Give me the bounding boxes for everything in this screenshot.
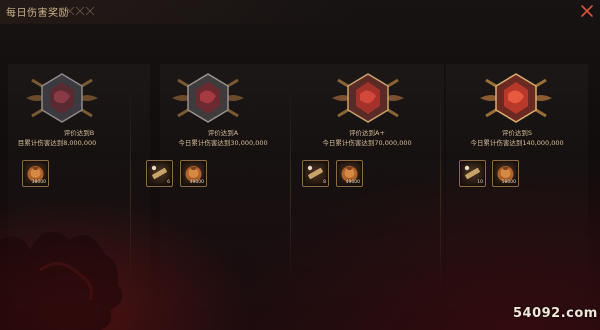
rank-s-emblem-icon	[480, 73, 552, 123]
column-divider	[290, 86, 291, 286]
reward-scroll-item[interactable]: 6	[146, 160, 173, 187]
reward-coin-pouch[interactable]: 38000	[22, 160, 49, 187]
title-ornament-icon	[65, 6, 95, 16]
reward-coin-pouch[interactable]: 49000	[180, 160, 207, 187]
rank-b-emblem-icon	[26, 73, 98, 123]
tier-rank-label: 评价达到A	[207, 129, 239, 137]
site-watermark: 54092.com	[513, 306, 598, 321]
tier-requirement-label: 今日累计伤害达到70,000,000	[322, 139, 412, 147]
reward-quantity: 8	[323, 180, 326, 185]
dragon-silhouette-icon	[0, 232, 123, 330]
reward-quantity: 58000	[501, 180, 516, 185]
reward-quantity: 49000	[189, 180, 204, 185]
reward-coin-pouch[interactable]: 49000	[336, 160, 363, 187]
column-divider	[440, 86, 441, 286]
reward-scroll-item[interactable]: 10	[459, 160, 486, 187]
reward-quantity: 38000	[31, 180, 46, 185]
rank-a-plus-emblem-icon	[332, 73, 404, 123]
reward-quantity: 10	[477, 180, 483, 185]
tier-rank-label: 评价达到A+	[349, 129, 385, 137]
tier-requirement-label: 今日累计伤害达到30,000,000	[178, 139, 268, 147]
reward-quantity: 49000	[345, 180, 360, 185]
reward-quantity: 6	[167, 180, 170, 185]
tier-rank-label: 评价达到S	[501, 129, 533, 137]
window-header: 每日伤害奖励	[0, 0, 600, 24]
rank-a-emblem-icon	[172, 73, 244, 123]
window-title: 每日伤害奖励	[6, 8, 69, 19]
tier-rank-label: 评价达到B	[63, 129, 95, 137]
close-icon[interactable]	[580, 4, 594, 18]
reward-scroll-item[interactable]: 8	[302, 160, 329, 187]
reward-coin-pouch[interactable]: 58000	[492, 160, 519, 187]
tier-requirement-label: 今日累计伤害达到140,000,000	[470, 139, 564, 147]
tier-requirement-label: 目累计伤害达到8,000,000	[17, 139, 97, 147]
